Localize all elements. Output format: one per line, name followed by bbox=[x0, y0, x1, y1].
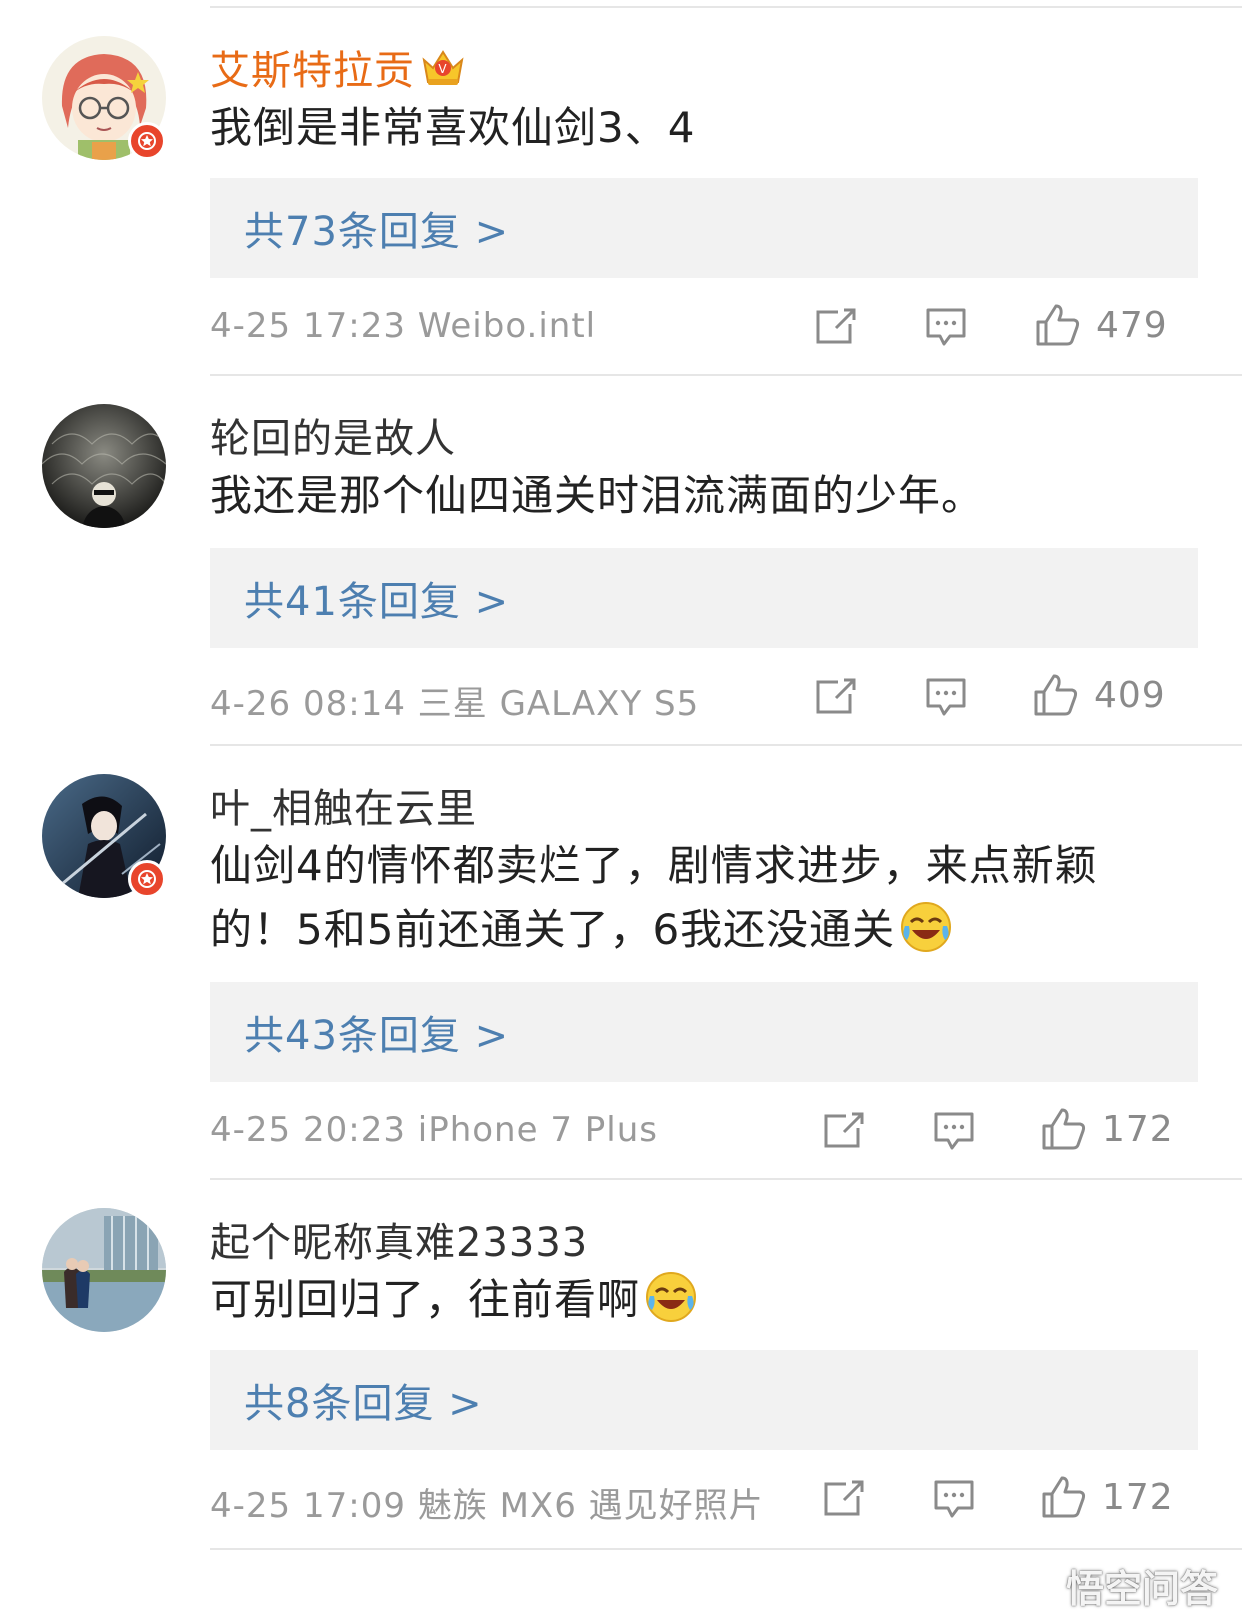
like-button[interactable]: 172 bbox=[1040, 1106, 1174, 1152]
divider bbox=[210, 744, 1242, 746]
replies-link[interactable]: 共8条回复 > bbox=[210, 1350, 1198, 1450]
comment-text: 可别回归了，往前看啊 bbox=[210, 1268, 1170, 1342]
divider bbox=[210, 1178, 1242, 1180]
replies-label[interactable]: 共41条回复 > bbox=[244, 569, 509, 627]
avatar[interactable] bbox=[42, 404, 166, 528]
crown-icon: V bbox=[421, 46, 465, 98]
replies-label[interactable]: 共8条回复 > bbox=[244, 1371, 483, 1429]
comment-icon bbox=[926, 308, 966, 346]
comment-icon bbox=[934, 1480, 974, 1518]
svg-text:V: V bbox=[438, 62, 447, 76]
thumbs-up-icon bbox=[1034, 674, 1078, 716]
replies-link[interactable]: 共73条回复 > bbox=[210, 178, 1198, 278]
like-count: 172 bbox=[1102, 1476, 1174, 1518]
repost-icon bbox=[816, 308, 856, 344]
repost-icon bbox=[824, 1480, 864, 1516]
comment-text: 仙剑4的情怀都卖烂了，剧情求进步，来点新颖 的！5和5前还通关了，6我还没通关 bbox=[210, 834, 1170, 972]
username[interactable]: 艾斯特拉贡 V bbox=[210, 38, 465, 98]
comment-button[interactable] bbox=[924, 306, 968, 348]
comment-icon bbox=[934, 1112, 974, 1150]
comment-button[interactable] bbox=[932, 1478, 976, 1520]
laugh-cry-emoji bbox=[899, 900, 953, 972]
like-count: 172 bbox=[1102, 1108, 1174, 1150]
top-divider bbox=[210, 6, 1242, 8]
comment-text: 我倒是非常喜欢仙剑3、4 bbox=[210, 103, 696, 152]
replies-link[interactable]: 共41条回复 > bbox=[210, 548, 1198, 648]
repost-button[interactable] bbox=[814, 676, 858, 716]
comment-text-line-2: 的！5和5前还通关了，6我还没通关 bbox=[210, 905, 896, 954]
repost-button[interactable] bbox=[822, 1110, 866, 1150]
wukong-logo-icon bbox=[1006, 1567, 1059, 1604]
thumbs-up-icon bbox=[1042, 1108, 1086, 1150]
like-count: 479 bbox=[1096, 304, 1168, 346]
replies-link[interactable]: 共43条回复 > bbox=[210, 982, 1198, 1082]
comment-icon bbox=[926, 678, 966, 716]
watermark: 悟空问答 bbox=[1006, 1558, 1218, 1613]
comment-meta: 4-25 17:23 Weibo.intl bbox=[210, 306, 597, 346]
like-button[interactable]: 479 bbox=[1034, 302, 1168, 348]
avatar[interactable] bbox=[42, 1208, 166, 1332]
verified-badge-icon bbox=[128, 122, 166, 160]
comment-meta: 4-25 17:09 魅族 MX6 遇见好照片 bbox=[210, 1486, 764, 1526]
comment-button[interactable] bbox=[932, 1110, 976, 1152]
comment-button[interactable] bbox=[924, 676, 968, 718]
watermark-label: 悟空问答 bbox=[1065, 1567, 1218, 1611]
like-count: 409 bbox=[1094, 674, 1166, 716]
like-button[interactable]: 172 bbox=[1040, 1474, 1174, 1520]
comment-text: 我还是那个仙四通关时泪流满面的少年。 bbox=[210, 471, 985, 520]
comment-meta: 4-26 08:14 三星 GALAXY S5 bbox=[210, 684, 700, 724]
laugh-cry-emoji bbox=[644, 1270, 698, 1342]
username-text[interactable]: 艾斯特拉贡 bbox=[210, 48, 415, 94]
comment-meta: 4-25 20:23 iPhone 7 Plus bbox=[210, 1110, 658, 1150]
divider bbox=[210, 1548, 1242, 1550]
replies-label[interactable]: 共73条回复 > bbox=[244, 199, 509, 257]
verified-badge-icon bbox=[128, 860, 166, 898]
comment-text-line: 的！5和5前还通关了，6我还没通关 bbox=[210, 898, 1170, 972]
username[interactable]: 起个昵称真难23333 bbox=[210, 1210, 588, 1268]
repost-button[interactable] bbox=[822, 1478, 866, 1518]
repost-icon bbox=[816, 678, 856, 714]
comment-text-content: 可别回归了，往前看啊 bbox=[210, 1275, 641, 1324]
username[interactable]: 叶_相触在云里 bbox=[210, 776, 477, 834]
replies-label[interactable]: 共43条回复 > bbox=[244, 1003, 509, 1061]
repost-button[interactable] bbox=[814, 306, 858, 346]
comment-text-line: 仙剑4的情怀都卖烂了，剧情求进步，来点新颖 bbox=[210, 841, 1098, 890]
thumbs-up-icon bbox=[1036, 304, 1080, 346]
like-button[interactable]: 409 bbox=[1032, 672, 1166, 718]
divider bbox=[210, 374, 1242, 376]
thumbs-up-icon bbox=[1042, 1476, 1086, 1518]
repost-icon bbox=[824, 1112, 864, 1148]
username[interactable]: 轮回的是故人 bbox=[210, 406, 456, 464]
